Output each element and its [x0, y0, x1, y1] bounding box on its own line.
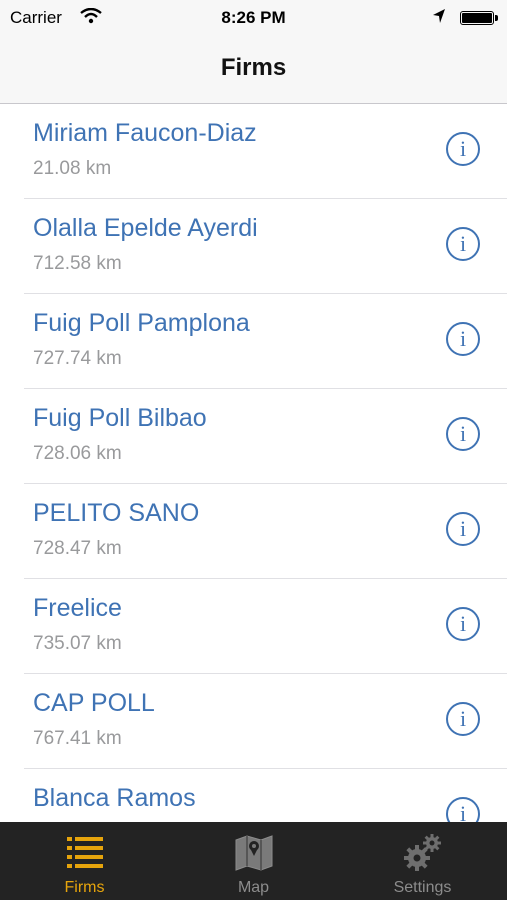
- page-title: Firms: [220, 54, 287, 81]
- list-item[interactable]: Fuig Poll Bilbao 728.06 km i: [24, 389, 507, 484]
- firm-distance: 21.08 km: [33, 158, 112, 179]
- battery-icon: [460, 11, 498, 25]
- firm-name: Fuig Poll Bilbao: [33, 404, 207, 432]
- clock: 8:26 PM: [221, 8, 286, 27]
- list-item[interactable]: PELITO SANO 728.47 km i: [24, 484, 507, 579]
- info-icon[interactable]: i: [446, 512, 480, 546]
- navigation-bar: Firms: [0, 36, 507, 104]
- firm-distance: 712.58 km: [33, 253, 122, 274]
- status-bar: Carrier 8:26 PM: [0, 0, 507, 36]
- firm-name: PELITO SANO: [33, 499, 200, 527]
- list-item[interactable]: Freelice 735.07 km i: [24, 579, 507, 674]
- info-icon[interactable]: i: [446, 702, 480, 736]
- tab-firms[interactable]: Firms: [0, 822, 169, 900]
- info-icon[interactable]: i: [446, 797, 480, 822]
- gears-icon: [403, 832, 443, 872]
- firm-distance: 728.47 km: [33, 538, 122, 559]
- firm-name: Fuig Poll Pamplona: [33, 309, 250, 337]
- list-item[interactable]: Fuig Poll Pamplona 727.74 km i: [24, 294, 507, 389]
- firm-name: CAP POLL: [33, 689, 155, 717]
- map-icon: [234, 832, 274, 872]
- info-icon[interactable]: i: [446, 607, 480, 641]
- tab-settings[interactable]: Settings: [338, 822, 507, 900]
- tab-map[interactable]: Map: [169, 822, 338, 900]
- firm-distance: 728.06 km: [33, 443, 122, 464]
- firm-distance: 735.07 km: [33, 633, 122, 654]
- tab-label: Firms: [64, 879, 105, 896]
- firm-name: Freelice: [33, 594, 122, 622]
- location-arrow-icon: [432, 8, 446, 29]
- tab-label: Settings: [393, 879, 452, 896]
- info-icon[interactable]: i: [446, 132, 480, 166]
- tab-bar: Firms Map Settings: [0, 822, 507, 900]
- list-item[interactable]: CAP POLL 767.41 km i: [24, 674, 507, 769]
- list-item[interactable]: Miriam Faucon-Diaz 21.08 km i: [24, 104, 507, 199]
- firm-distance: 767.41 km: [33, 728, 122, 749]
- tab-label: Map: [237, 879, 270, 896]
- info-icon[interactable]: i: [446, 227, 480, 261]
- firm-name: Olalla Epelde Ayerdi: [33, 214, 258, 242]
- list-item[interactable]: Olalla Epelde Ayerdi 712.58 km i: [24, 199, 507, 294]
- firm-name: Miriam Faucon-Diaz: [33, 119, 257, 147]
- firm-name: Blanca Ramos: [33, 784, 196, 812]
- info-icon[interactable]: i: [446, 322, 480, 356]
- list-icon: [65, 832, 105, 872]
- firm-distance: 727.74 km: [33, 348, 122, 369]
- info-icon[interactable]: i: [446, 417, 480, 451]
- firms-list[interactable]: Miriam Faucon-Diaz 21.08 km i Olalla Epe…: [0, 104, 507, 822]
- list-item[interactable]: Blanca Ramos i: [24, 769, 507, 822]
